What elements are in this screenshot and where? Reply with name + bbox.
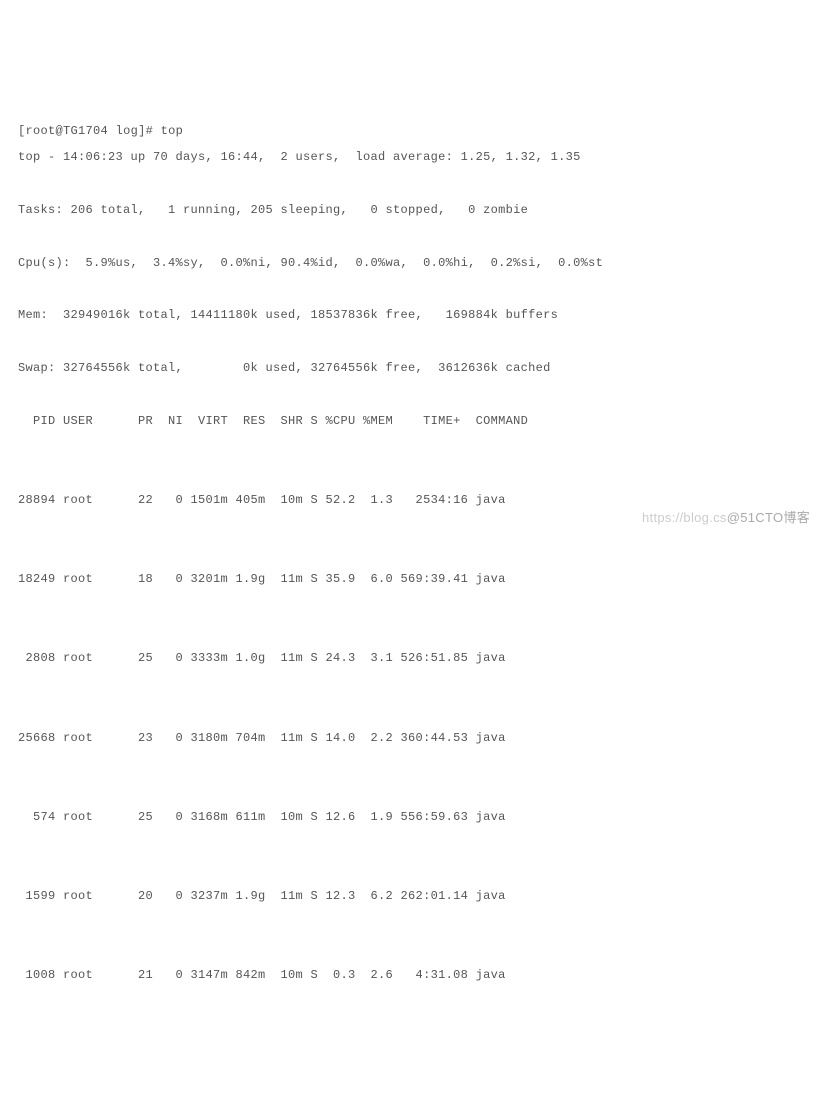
prompt-path: log bbox=[116, 124, 139, 138]
prompt-host: TG1704 bbox=[63, 124, 108, 138]
top-tasks-line: Tasks: 206 total, 1 running, 205 sleepin… bbox=[18, 197, 806, 223]
watermark-link: https://blog.cs bbox=[642, 510, 727, 525]
process-row: 2808 root 25 0 3333m 1.0g 11m S 24.3 3.1… bbox=[18, 645, 806, 671]
top-swap-line: Swap: 32764556k total, 0k used, 32764556… bbox=[18, 355, 806, 381]
process-row: 574 root 25 0 3168m 611m 10m S 12.6 1.9 … bbox=[18, 804, 806, 830]
process-row: 25668 root 23 0 3180m 704m 11m S 14.0 2.… bbox=[18, 725, 806, 751]
watermark-source: @51CTO博客 bbox=[727, 510, 810, 525]
top-summary-line: top - 14:06:23 up 70 days, 16:44, 2 user… bbox=[18, 144, 806, 170]
process-row: 1599 root 20 0 3237m 1.9g 11m S 12.3 6.2… bbox=[18, 883, 806, 909]
watermark: https://blog.cs@51CTO博客 bbox=[642, 504, 810, 533]
top-cpu-line: Cpu(s): 5.9%us, 3.4%sy, 0.0%ni, 90.4%id,… bbox=[18, 250, 806, 276]
command-text[interactable]: top bbox=[161, 124, 184, 138]
process-row: 1008 root 21 0 3147m 842m 10m S 0.3 2.6 … bbox=[18, 962, 806, 988]
top-mem-line: Mem: 32949016k total, 14411180k used, 18… bbox=[18, 302, 806, 328]
process-header: PID USER PR NI VIRT RES SHR S %CPU %MEM … bbox=[18, 408, 806, 434]
process-row: 18249 root 18 0 3201m 1.9g 11m S 35.9 6.… bbox=[18, 566, 806, 592]
prompt-user: root bbox=[26, 124, 56, 138]
shell-prompt: [root@TG1704 log]# top bbox=[18, 124, 183, 138]
